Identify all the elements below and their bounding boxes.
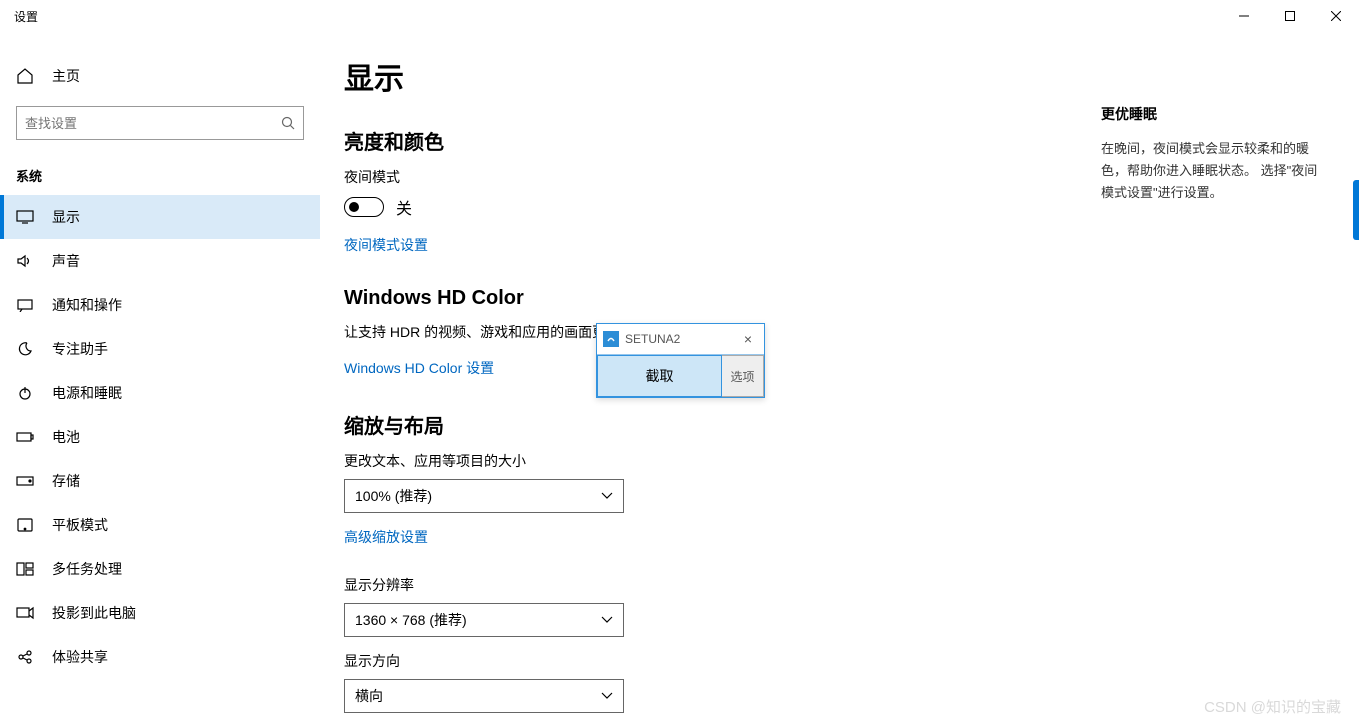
app-icon: [603, 331, 619, 347]
resolution-value: 1360 × 768 (推荐): [355, 610, 467, 630]
night-mode-settings-link[interactable]: 夜间模式设置: [344, 235, 428, 255]
display-icon: [16, 210, 34, 224]
sidebar-item-label: 平板模式: [52, 515, 108, 535]
scale-dropdown[interactable]: 100% (推荐): [344, 479, 624, 513]
close-button[interactable]: [1313, 0, 1359, 32]
sidebar-item-label: 显示: [52, 207, 80, 227]
tip-title: 更优睡眠: [1101, 104, 1325, 124]
search-field[interactable]: [25, 116, 281, 131]
toggle-thumb: [349, 202, 359, 212]
hdcolor-header: Windows HD Color: [344, 287, 1359, 310]
window-title: 设置: [14, 8, 38, 25]
toggle-track: [344, 197, 384, 217]
sidebar-item-battery[interactable]: 电池: [0, 415, 320, 459]
scrollbar-thumb[interactable]: [1353, 180, 1359, 240]
sidebar: 主页 系统 显示 声音 通知和操作 专注助手 电源和睡眠: [0, 32, 320, 723]
section-header: 系统: [0, 158, 320, 195]
sidebar-item-multitask[interactable]: 多任务处理: [0, 547, 320, 591]
resolution-dropdown[interactable]: 1360 × 768 (推荐): [344, 603, 624, 637]
share-icon: [16, 649, 34, 665]
hdcolor-link[interactable]: Windows HD Color 设置: [344, 358, 494, 378]
sidebar-item-label: 声音: [52, 251, 80, 271]
search-icon: [281, 116, 295, 130]
sidebar-item-label: 电池: [52, 427, 80, 447]
titlebar: 设置: [0, 0, 1359, 32]
sidebar-item-storage[interactable]: 存储: [0, 459, 320, 503]
page-title: 显示: [344, 54, 1359, 98]
scale-header: 缩放与布局: [344, 410, 1359, 439]
chevron-down-icon: [601, 492, 613, 500]
setuna-dialog: SETUNA2 × 截取 选项: [596, 323, 765, 398]
battery-icon: [16, 431, 34, 443]
sidebar-item-project[interactable]: 投影到此电脑: [0, 591, 320, 635]
orientation-dropdown[interactable]: 横向: [344, 679, 624, 713]
multitask-icon: [16, 562, 34, 576]
notification-icon: [16, 298, 34, 312]
chevron-down-icon: [601, 692, 613, 700]
sidebar-item-focus[interactable]: 专注助手: [0, 327, 320, 371]
storage-icon: [16, 476, 34, 486]
sound-icon: [16, 254, 34, 268]
options-button[interactable]: 选项: [722, 355, 764, 397]
sidebar-item-label: 专注助手: [52, 339, 108, 359]
sidebar-item-label: 存储: [52, 471, 80, 491]
sidebar-item-label: 体验共享: [52, 647, 108, 667]
sidebar-item-label: 多任务处理: [52, 559, 122, 579]
project-icon: [16, 606, 34, 620]
dialog-close-button[interactable]: ×: [738, 331, 758, 347]
scale-link[interactable]: 高级缩放设置: [344, 527, 428, 547]
power-icon: [16, 385, 34, 401]
sidebar-item-label: 电源和睡眠: [52, 383, 122, 403]
maximize-button[interactable]: [1267, 0, 1313, 32]
home-icon: [16, 67, 34, 85]
sidebar-item-label: 投影到此电脑: [52, 603, 136, 623]
dialog-title: SETUNA2: [625, 332, 680, 346]
search-input[interactable]: [16, 106, 304, 140]
capture-button[interactable]: 截取: [597, 355, 722, 397]
chevron-down-icon: [601, 616, 613, 624]
resolution-label: 显示分辨率: [344, 575, 1359, 595]
window-controls: [1221, 0, 1359, 32]
minimize-button[interactable]: [1221, 0, 1267, 32]
toggle-state: 关: [396, 195, 412, 219]
orientation-label: 显示方向: [344, 651, 1359, 671]
sidebar-item-notifications[interactable]: 通知和操作: [0, 283, 320, 327]
dialog-titlebar[interactable]: SETUNA2 ×: [597, 324, 764, 354]
scale-value: 100% (推荐): [355, 486, 432, 506]
moon-icon: [16, 341, 34, 357]
tip-body: 在晚间，夜间模式会显示较柔和的暖色，帮助你进入睡眠状态。 选择"夜间模式设置"进…: [1101, 138, 1325, 204]
sidebar-item-sound[interactable]: 声音: [0, 239, 320, 283]
watermark: CSDN @知识的宝藏: [1204, 696, 1341, 717]
home-label: 主页: [52, 66, 80, 86]
sidebar-item-label: 通知和操作: [52, 295, 122, 315]
hdcolor-desc: 让支持 HDR 的视频、游戏和应用的画面更: [344, 322, 1359, 342]
sidebar-item-tablet[interactable]: 平板模式: [0, 503, 320, 547]
tip-panel: 更优睡眠 在晚间，夜间模式会显示较柔和的暖色，帮助你进入睡眠状态。 选择"夜间模…: [1101, 104, 1325, 204]
sidebar-item-power[interactable]: 电源和睡眠: [0, 371, 320, 415]
scale-label: 更改文本、应用等项目的大小: [344, 451, 1359, 471]
home-button[interactable]: 主页: [0, 56, 320, 96]
sidebar-item-shared[interactable]: 体验共享: [0, 635, 320, 679]
sidebar-item-display[interactable]: 显示: [0, 195, 320, 239]
tablet-icon: [16, 518, 34, 532]
orientation-value: 横向: [355, 686, 383, 706]
